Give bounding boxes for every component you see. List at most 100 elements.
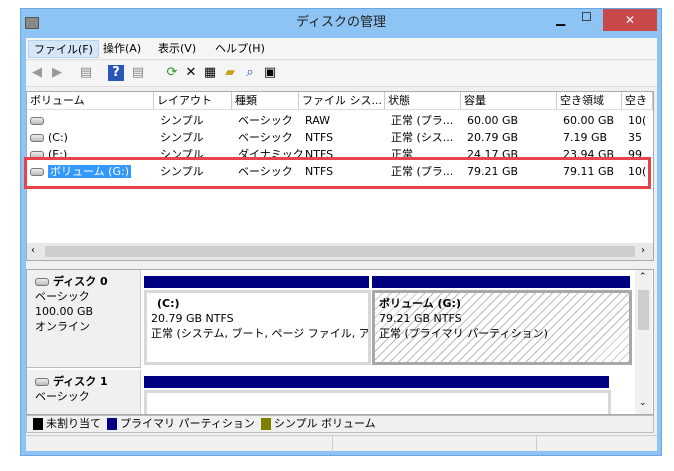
partition-status: 正常 (プライマリ パーティション) — [379, 327, 548, 340]
delete-icon[interactable]: ✕ — [183, 65, 199, 81]
highlight-box — [24, 157, 651, 189]
table-cell: 20.79 GB — [467, 129, 561, 146]
partition-bar-g — [372, 276, 630, 288]
partition-name: (C:) — [157, 297, 180, 310]
legend-swatch — [107, 418, 117, 430]
column-header-capacity[interactable]: 容量 — [461, 92, 557, 110]
disk-status: オンライン — [35, 320, 90, 333]
table-cell: シンプル — [160, 129, 236, 146]
settings-icon[interactable]: ▣ — [262, 65, 278, 81]
column-header-filesystem[interactable]: ファイル シス... — [299, 92, 385, 110]
cell-text: 7.19 GB — [563, 131, 608, 144]
table-cell: 60.00 GB — [563, 112, 625, 129]
toolbar: ◀ ▶ ▤ ? ▤ ⟳ ✕ ▦ ▰ ⌕ ▣ — [26, 61, 657, 87]
forward-icon[interactable]: ▶ — [49, 65, 65, 81]
scroll-up-icon[interactable]: ⌃ — [639, 272, 647, 282]
window: ディスクの管理 ▁ ☐ ✕ ファイル(F) 操作(A) 表示(V) ヘルプ(H)… — [20, 8, 662, 456]
cell-text: シンプル — [160, 114, 204, 127]
table-cell: 10( — [628, 112, 656, 129]
disk-type: ベーシック — [35, 390, 90, 403]
menu-help[interactable]: ヘルプ(H) — [210, 40, 270, 58]
table-cell: 正常 (シス... — [391, 129, 465, 146]
partition-bar-c — [144, 276, 369, 288]
status-divider — [332, 436, 333, 452]
legend-label: 未割り当て — [46, 417, 101, 430]
disk-icon — [35, 378, 49, 386]
legend-swatch — [33, 418, 43, 430]
menu-action[interactable]: 操作(A) — [98, 40, 146, 58]
back-icon[interactable]: ◀ — [29, 65, 45, 81]
scrollbar-thumb[interactable] — [638, 290, 649, 330]
table-cell — [30, 112, 156, 129]
close-button[interactable]: ✕ — [603, 9, 657, 31]
table-cell: NTFS — [305, 129, 389, 146]
table-cell: ベーシック — [238, 129, 304, 146]
action-pane-icon[interactable]: ▤ — [130, 65, 146, 81]
disk-1-label[interactable]: ディスク 1 ベーシック — [27, 370, 141, 414]
table-cell: 正常 (プラ... — [391, 112, 465, 129]
status-bar — [26, 435, 657, 452]
partition-size: 79.21 GB NTFS — [379, 312, 462, 325]
volume-icon — [30, 134, 44, 142]
cell-text: シンプル — [160, 131, 204, 144]
vertical-scrollbar[interactable]: ⌃ ⌄ — [635, 270, 652, 414]
cell-text: 35 — [628, 131, 642, 144]
column-header-free-pct[interactable]: 空き — [622, 92, 653, 110]
table-cell: RAW — [305, 112, 389, 129]
cell-text: 60.00 GB — [563, 114, 615, 127]
minimize-button[interactable]: ▁ — [556, 12, 565, 26]
partition-disk1[interactable] — [144, 390, 611, 414]
partition-c[interactable]: (C:) 20.79 GB NTFS 正常 (システム, ブート, ページ ファ… — [144, 290, 371, 365]
table-cell: 60.00 GB — [467, 112, 561, 129]
disk-icon — [35, 278, 49, 286]
menu-view[interactable]: 表示(V) — [153, 40, 201, 58]
menu-file[interactable]: ファイル(F) — [28, 40, 99, 58]
legend-label: プライマリ パーティション — [120, 417, 255, 430]
status-divider — [536, 436, 537, 452]
table-row[interactable]: シンプル ベーシック RAW 正常 (プラ... 60.00 GB 60.00 GB 10( — [27, 112, 653, 129]
table-row[interactable]: (C:) シンプル ベーシック NTFS 正常 (シス... 20.79 GB 7.19 G… — [27, 129, 653, 146]
partition-size: 20.79 GB NTFS — [151, 312, 234, 325]
column-header-type[interactable]: 種類 — [232, 92, 299, 110]
refresh-icon[interactable]: ⟳ — [164, 65, 180, 81]
column-header-free[interactable]: 空き領域 — [557, 92, 622, 110]
menu-bar: ファイル(F) 操作(A) 表示(V) ヘルプ(H) — [26, 38, 657, 60]
disk-0-label[interactable]: ディスク 0 ベーシック 100.00 GB オンライン — [27, 270, 141, 368]
table-cell: 7.19 GB — [563, 129, 625, 146]
scrollbar-thumb[interactable] — [45, 246, 635, 257]
disk-size: 100.00 GB — [35, 305, 94, 318]
legend-swatch — [260, 418, 271, 430]
cell-text: 20.79 GB — [467, 131, 519, 144]
client-area: ファイル(F) 操作(A) 表示(V) ヘルプ(H) ◀ ▶ ▤ ? ▤ ⟳ ✕… — [26, 38, 657, 452]
properties-icon[interactable]: ▦ — [202, 65, 218, 81]
cell-text: 10( — [628, 114, 647, 127]
horizontal-scrollbar[interactable]: ‹ › — [27, 243, 653, 260]
partition-g[interactable]: ボリューム (G:) 79.21 GB NTFS 正常 (プライマリ パーティシ… — [372, 290, 632, 365]
table-cell: 35 — [628, 129, 656, 146]
column-header-layout[interactable]: レイアウト — [154, 92, 232, 110]
table-cell: (C:) — [30, 129, 156, 146]
table-cell: シンプル — [160, 112, 236, 129]
partition-name: ボリューム (G:) — [379, 297, 461, 310]
disk-type: ベーシック — [35, 290, 90, 303]
cell-text: RAW — [305, 114, 330, 127]
cell-text: (C:) — [48, 131, 68, 144]
cell-text: 正常 (シス... — [391, 131, 454, 144]
scroll-down-icon[interactable]: ⌄ — [639, 398, 647, 408]
console-tree-icon[interactable]: ▤ — [78, 65, 94, 81]
explore-icon[interactable]: ⌕ — [242, 65, 258, 81]
column-header-status[interactable]: 状態 — [385, 92, 461, 110]
table-cell: ベーシック — [238, 112, 304, 129]
partition-bar-disk1 — [144, 376, 609, 388]
volume-icon — [30, 117, 44, 125]
maximize-button[interactable]: ☐ — [581, 10, 592, 24]
column-header-volume[interactable]: ボリューム — [27, 92, 154, 110]
scroll-left-icon[interactable]: ‹ — [31, 245, 35, 256]
open-icon[interactable]: ▰ — [222, 65, 238, 81]
cell-text: ベーシック — [238, 131, 293, 144]
disk-name: ディスク 1 — [53, 375, 108, 388]
legend: 未割り当て プライマリ パーティション シンプル ボリューム — [26, 415, 654, 433]
help-icon[interactable]: ? — [108, 65, 124, 81]
disk-map-pane: ディスク 0 ベーシック 100.00 GB オンライン (C:) 20.79 … — [26, 269, 654, 415]
scroll-right-icon[interactable]: › — [641, 245, 645, 256]
